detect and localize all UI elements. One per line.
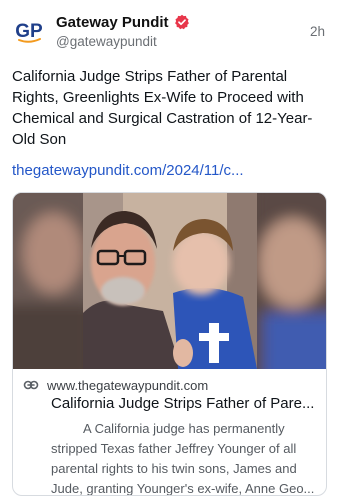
card-domain: www.thegatewaypundit.com xyxy=(47,377,209,393)
post-link[interactable]: thegatewaypundit.com/2024/11/c... xyxy=(12,162,330,179)
card-image[interactable] xyxy=(13,193,326,369)
card-photo xyxy=(13,193,326,369)
card-description: A California judge has permanently strip… xyxy=(51,421,315,496)
card-title[interactable]: California Judge Strips Father of Pare..… xyxy=(51,395,321,412)
link-icon xyxy=(23,380,39,390)
link-preview-card[interactable]: www.thegatewaypundit.com California Judg… xyxy=(12,192,327,496)
post-text: California Judge Strips Father of Parent… xyxy=(12,68,313,148)
author-names: Gateway Pundit @gatewaypundit xyxy=(56,12,190,49)
author-handle[interactable]: @gatewaypundit xyxy=(56,34,190,49)
social-post[interactable]: GP Gateway Pundit @gatewaypundit 2h Cali… xyxy=(0,0,339,500)
post-header: GP Gateway Pundit @gatewaypundit 2h xyxy=(12,12,327,52)
card-meta: www.thegatewaypundit.com California Judg… xyxy=(13,369,326,496)
verified-badge-icon xyxy=(174,14,189,30)
post-timestamp[interactable]: 2h xyxy=(310,24,325,39)
author-display-name[interactable]: Gateway Pundit xyxy=(56,14,169,31)
gateway-pundit-logo: GP xyxy=(15,21,43,43)
avatar[interactable]: GP xyxy=(12,16,46,50)
